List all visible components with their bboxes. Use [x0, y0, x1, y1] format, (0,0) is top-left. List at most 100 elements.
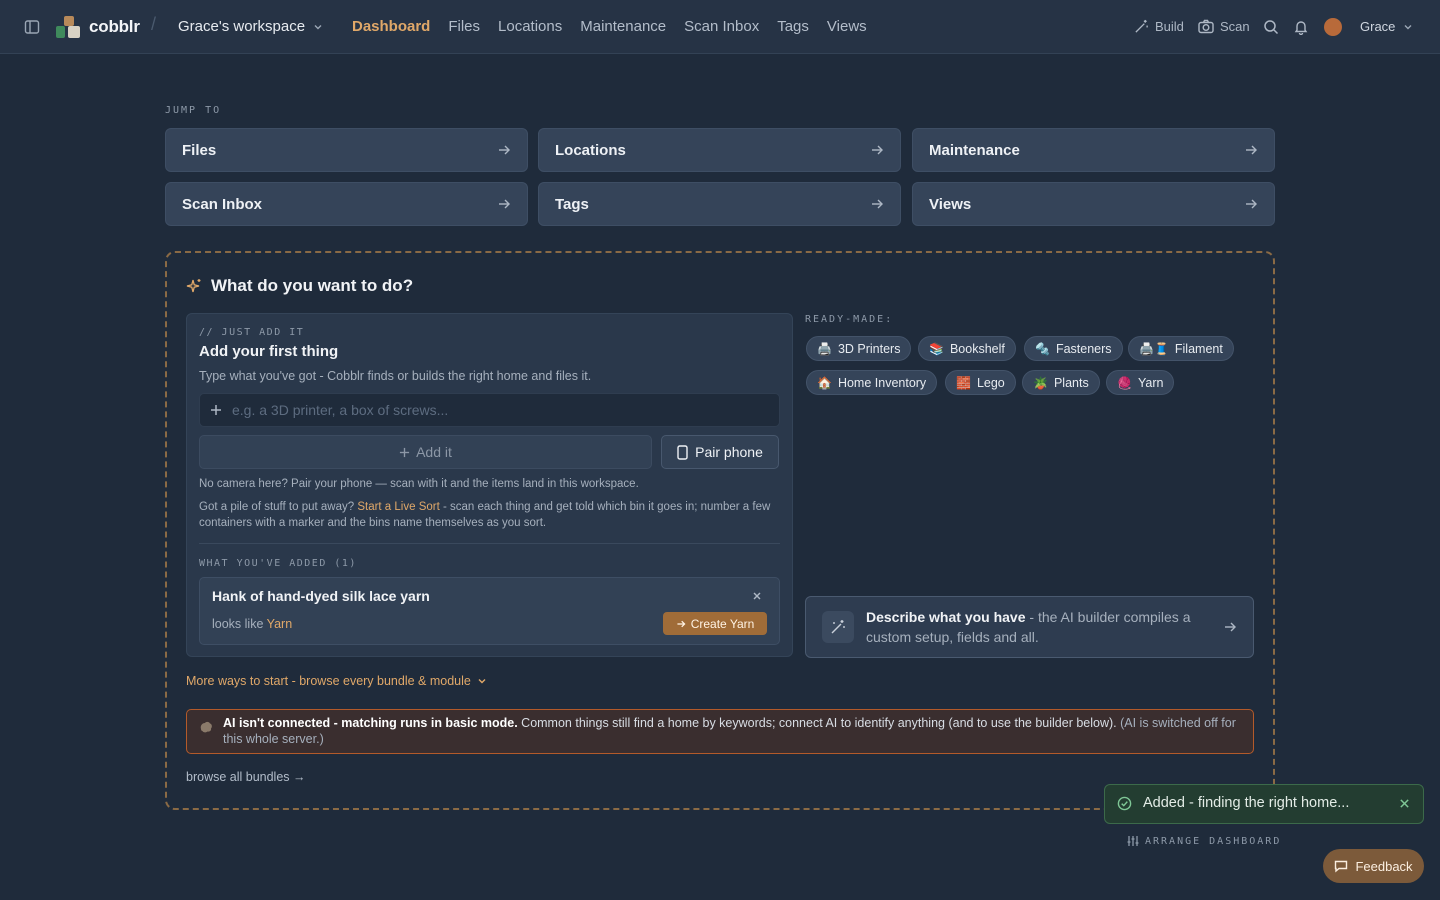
chip-bookshelf[interactable]: 📚 Bookshelf	[918, 336, 1016, 361]
jump-card-label: Tags	[555, 195, 589, 213]
camera-icon	[1198, 19, 1214, 34]
nav-dashboard[interactable]: Dashboard	[352, 18, 430, 35]
build-button[interactable]: Build	[1134, 19, 1184, 34]
nav-views[interactable]: Views	[827, 18, 867, 35]
describe-text: Describe what you have - the AI builder …	[866, 607, 1216, 647]
jump-card-label: Views	[929, 195, 972, 213]
item-hint-link[interactable]: Yarn	[267, 617, 292, 631]
bell-icon[interactable]	[1293, 19, 1309, 35]
nav-scan-inbox[interactable]: Scan Inbox	[684, 18, 759, 35]
more-ways-label: More ways to start - browse every bundle…	[186, 674, 471, 688]
brick-icon: 🧱	[956, 375, 971, 390]
arrow-right-icon	[677, 620, 686, 627]
item-name: Hank of hand-dyed silk lace yarn	[212, 588, 430, 604]
arrow-right-icon	[872, 199, 883, 209]
chip-label: Bookshelf	[949, 341, 1005, 356]
jump-card-label: Maintenance	[929, 141, 1020, 159]
workspace-switcher[interactable]: Grace's workspace	[178, 18, 323, 35]
search-icon[interactable]	[1263, 19, 1279, 35]
chip-label: Home Inventory	[837, 375, 927, 390]
user-name: Grace	[1360, 19, 1396, 34]
plus-icon	[211, 405, 221, 415]
magic-wand-icon	[831, 620, 845, 634]
arrow-right-icon	[499, 145, 510, 155]
browse-bundles-link[interactable]: browse all bundles →	[186, 770, 306, 784]
chip-yarn[interactable]: 🧶 Yarn	[1106, 370, 1175, 395]
main-nav: Dashboard Files Locations Maintenance Sc…	[352, 18, 867, 35]
brand-name[interactable]: cobblr	[89, 17, 140, 37]
jump-card-label: Files	[182, 141, 217, 159]
ready-made-heading: READY-MADE:	[805, 314, 894, 325]
live-sort-note: Got a pile of stuff to put away? Start a…	[199, 499, 779, 531]
jump-card-tags[interactable]: Tags	[538, 182, 901, 226]
section-comment: // JUST ADD IT	[199, 327, 305, 338]
filament-icon: 🖨️🧵	[1139, 341, 1169, 356]
brain-icon	[200, 721, 212, 733]
jump-to-heading: JUMP TO	[165, 105, 222, 116]
arrange-dashboard-button[interactable]: ARRANGE DASHBOARD	[1127, 835, 1281, 847]
jump-card-label: Scan Inbox	[182, 195, 263, 213]
ai-bold: AI isn't connected - matching runs in ba…	[223, 716, 518, 730]
avatar[interactable]	[1324, 18, 1342, 36]
sidebar-toggle-icon[interactable]	[24, 19, 40, 35]
describe-bold: Describe what you have	[866, 609, 1026, 625]
describe-icon-wrap	[822, 611, 854, 643]
jump-card-label: Locations	[555, 141, 626, 159]
more-ways-link[interactable]: More ways to start - browse every bundle…	[186, 674, 487, 688]
chip-label: Plants	[1053, 375, 1089, 390]
yarn-icon: 🧶	[1117, 375, 1132, 390]
magic-wand-icon	[1135, 19, 1148, 33]
arrow-right-icon	[1246, 145, 1257, 155]
plus-icon	[400, 447, 410, 457]
pair-phone-button[interactable]: Pair phone	[661, 435, 779, 469]
workspace-name: Grace's workspace	[178, 18, 306, 35]
jump-card-views[interactable]: Views	[912, 182, 1275, 226]
add-thing-input[interactable]	[232, 402, 752, 418]
nav-maintenance[interactable]: Maintenance	[580, 18, 666, 35]
add-it-button[interactable]: Add it	[199, 435, 652, 469]
chevron-down-icon	[314, 25, 322, 30]
live-sort-link[interactable]: Start a Live Sort	[357, 501, 439, 513]
chevron-down-icon	[1404, 24, 1412, 29]
scan-label: Scan	[1220, 19, 1250, 34]
create-yarn-button[interactable]: Create Yarn	[663, 612, 767, 635]
build-label: Build	[1155, 19, 1184, 34]
bolt-icon: 🔩	[1035, 341, 1050, 356]
chip-home-inventory[interactable]: 🏠 Home Inventory	[806, 370, 938, 395]
jump-card-scan-inbox[interactable]: Scan Inbox	[165, 182, 528, 226]
close-icon[interactable]	[751, 590, 763, 602]
user-menu[interactable]: Grace	[1360, 19, 1413, 34]
jump-card-maintenance[interactable]: Maintenance	[912, 128, 1275, 172]
item-hint-pre: looks like	[212, 617, 267, 631]
chip-fasteners[interactable]: 🔩 Fasteners	[1024, 336, 1123, 361]
chip-label: 3D Printers	[837, 341, 901, 356]
chat-icon	[1335, 860, 1348, 873]
breadcrumb-separator: /	[151, 14, 157, 34]
ai-banner-text: AI isn't connected - matching runs in ba…	[223, 715, 1243, 747]
panel-title: What do you want to do?	[186, 276, 413, 296]
feedback-button[interactable]: Feedback	[1323, 849, 1424, 883]
close-icon[interactable]	[1399, 798, 1410, 809]
house-icon: 🏠	[817, 375, 832, 390]
cobblr-logo[interactable]	[56, 16, 80, 38]
nav-files[interactable]: Files	[448, 18, 480, 35]
chip-3d-printers[interactable]: 🖨️ 3D Printers	[806, 336, 912, 361]
nav-locations[interactable]: Locations	[498, 18, 562, 35]
nav-tags[interactable]: Tags	[777, 18, 809, 35]
jump-card-locations[interactable]: Locations	[538, 128, 901, 172]
check-circle-icon	[1117, 796, 1132, 811]
chip-lego[interactable]: 🧱 Lego	[945, 370, 1016, 395]
jump-card-files[interactable]: Files	[165, 128, 528, 172]
divider	[199, 543, 780, 544]
scan-button[interactable]: Scan	[1198, 19, 1250, 34]
chip-plants[interactable]: 🪴 Plants	[1022, 370, 1100, 395]
books-icon: 📚	[929, 341, 944, 356]
chip-label: Lego	[976, 375, 1005, 390]
pair-phone-label: Pair phone	[695, 444, 763, 460]
arrange-label: ARRANGE DASHBOARD	[1145, 835, 1282, 847]
sparkles-icon	[186, 279, 201, 293]
add-title: Add your first thing	[199, 343, 339, 360]
chip-label: Yarn	[1137, 375, 1164, 390]
chip-label: Fasteners	[1055, 341, 1112, 356]
chip-filament[interactable]: 🖨️🧵 Filament	[1128, 336, 1234, 361]
